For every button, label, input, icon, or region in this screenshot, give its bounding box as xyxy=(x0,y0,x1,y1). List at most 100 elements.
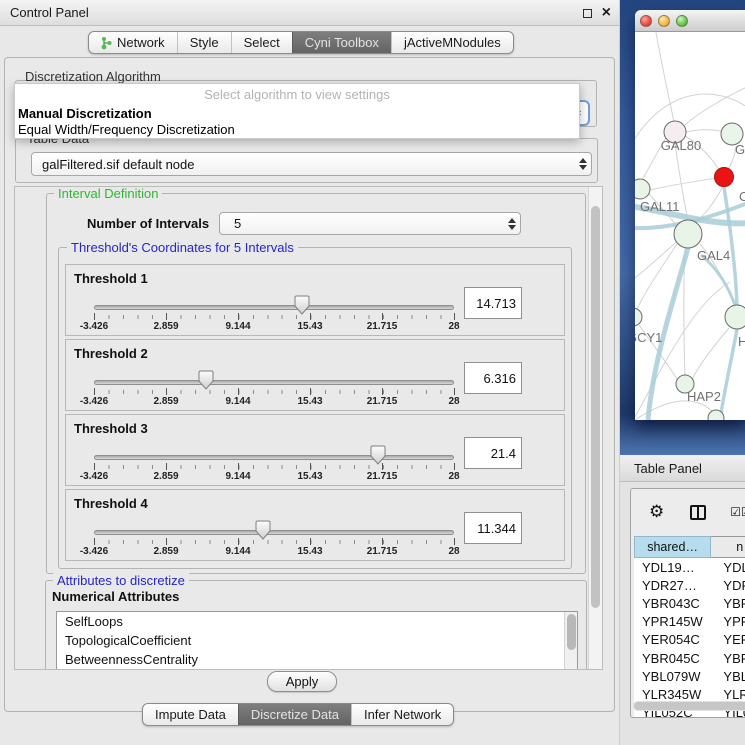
threshold-slider-thumb[interactable] xyxy=(198,370,214,390)
table-row[interactable]: YBL079WYBL0 xyxy=(634,667,745,685)
threshold-slider-track[interactable] xyxy=(94,380,454,385)
float-window-icon[interactable] xyxy=(583,9,592,18)
control-panel: Control Panel × NetworkStyleSelectCyni T… xyxy=(0,0,620,745)
tab-label: jActiveMNodules xyxy=(404,35,501,50)
settings-scroll-area: Interval Definition Number of Intervals … xyxy=(14,186,603,670)
slider-tick-label: 15.43 xyxy=(280,546,340,557)
slider-tick-label: 9.144 xyxy=(208,471,268,482)
column-header[interactable]: n xyxy=(711,536,745,558)
network-node[interactable] xyxy=(715,168,734,187)
columns-icon[interactable] xyxy=(690,505,706,520)
algorithm-option[interactable]: Manual Discretization xyxy=(17,106,577,122)
tab-cyni-toolbox[interactable]: Cyni Toolbox xyxy=(292,32,391,53)
network-node[interactable] xyxy=(635,308,642,326)
table-toolbar: ⚙ ☑ ☑ xyxy=(631,489,745,535)
table-panel-body: ⚙ ☑ ☑ shared…nYDL19…YDL1YDR27…YDR2YBR043… xyxy=(620,482,745,745)
threshold-slider-track[interactable] xyxy=(94,305,454,310)
network-window-titlebar[interactable] xyxy=(635,10,745,32)
tab-style[interactable]: Style xyxy=(177,32,231,53)
threshold-box: Threshold 2 -3.4262.8599.14415.4321.7152… xyxy=(65,339,565,411)
slider-major-tick xyxy=(382,388,383,395)
tab-impute-data[interactable]: Impute Data xyxy=(143,704,238,725)
attribute-list-item[interactable]: SelfLoops xyxy=(57,612,577,631)
close-traffic-light[interactable] xyxy=(640,15,652,27)
slider-major-tick xyxy=(94,463,95,470)
slider-major-tick xyxy=(94,388,95,395)
table-cell: YBR0 xyxy=(711,649,745,667)
table-cell: YDR27… xyxy=(634,576,711,594)
table-row[interactable]: YDR27…YDR2 xyxy=(634,576,745,594)
tab-discretize-data[interactable]: Discretize Data xyxy=(238,704,351,725)
network-graph: GAL80GCGAL11GAL4GCY1HHAP2 xyxy=(635,32,745,420)
zoom-traffic-light[interactable] xyxy=(676,15,688,27)
slider-major-tick xyxy=(238,538,239,545)
network-node[interactable] xyxy=(635,179,650,199)
minimize-traffic-light[interactable] xyxy=(658,15,670,27)
tab-infer-network[interactable]: Infer Network xyxy=(351,704,453,725)
listbox-scrollbar[interactable] xyxy=(564,612,577,670)
table-horizontal-scrollbar[interactable] xyxy=(633,701,745,711)
tab-select[interactable]: Select xyxy=(231,32,292,53)
number-of-intervals-combobox[interactable]: 5 xyxy=(219,212,521,235)
threshold-slider-thumb[interactable] xyxy=(294,295,310,315)
checkbox-icon[interactable]: ☑ xyxy=(730,505,741,519)
threshold-value-field[interactable] xyxy=(464,512,522,544)
threshold-label: Threshold 4 xyxy=(74,496,148,511)
slider-tick-label: 9.144 xyxy=(208,321,268,332)
slider-minor-ticks xyxy=(94,540,455,544)
network-edge xyxy=(686,130,725,133)
table-data-combobox[interactable]: galFiltered.sif default node xyxy=(31,152,592,176)
apply-button[interactable]: Apply xyxy=(267,671,337,692)
table-cell: YDL1 xyxy=(711,558,745,576)
algorithm-option[interactable]: Equal Width/Frequency Discretization xyxy=(17,122,577,138)
threshold-value-field[interactable] xyxy=(464,362,522,394)
slider-major-tick xyxy=(166,463,167,470)
tab-jactivemnodules[interactable]: jActiveMNodules xyxy=(391,32,513,53)
slider-tick-label: 21.715 xyxy=(352,471,412,482)
table-row[interactable]: YER054CYER0 xyxy=(634,631,745,649)
threshold-slider-track[interactable] xyxy=(94,530,454,535)
threshold-slider-thumb[interactable] xyxy=(255,520,271,540)
threshold-value-field[interactable] xyxy=(464,287,522,319)
settings-scrollbar[interactable] xyxy=(588,187,602,669)
table-row[interactable]: YPR145WYPR1 xyxy=(634,613,745,631)
threshold-slider-thumb[interactable] xyxy=(370,445,386,465)
table-row[interactable]: YBR045CYBR0 xyxy=(634,649,745,667)
network-icon xyxy=(101,36,112,50)
network-node[interactable] xyxy=(674,220,702,248)
popup-placeholder: Select algorithm to view settings xyxy=(17,86,577,106)
network-canvas[interactable]: GAL80GCGAL11GAL4GCY1HHAP2 xyxy=(635,32,745,420)
threshold-value-field[interactable] xyxy=(464,437,522,469)
attribute-list-item[interactable]: BetweennessCentrality xyxy=(57,650,577,669)
number-of-intervals-label: Number of Intervals xyxy=(87,216,209,231)
network-node-label: GAL80 xyxy=(661,138,701,153)
checkbox-icon[interactable]: ☑ xyxy=(741,505,745,519)
slider-major-tick xyxy=(310,538,311,545)
stepper-icon xyxy=(575,153,591,175)
tab-network[interactable]: Network xyxy=(89,32,177,53)
gear-icon[interactable]: ⚙ xyxy=(649,502,664,522)
threshold-box: Threshold 3 -3.4262.8599.14415.4321.7152… xyxy=(65,414,565,486)
numerical-attributes-listbox[interactable]: SelfLoopsTopologicalCoefficientBetweenne… xyxy=(56,611,578,670)
tab-content-frame: Discretization Algorithm Select algorith… xyxy=(4,57,615,712)
scrollbar-thumb[interactable] xyxy=(567,614,576,650)
numerical-attributes-title: Numerical Attributes xyxy=(52,589,179,604)
node-attribute-table: shared…nYDL19…YDL1YDR27…YDR2YBR043CYBR0Y… xyxy=(634,536,745,718)
close-icon[interactable]: × xyxy=(602,5,611,21)
scrollbar-thumb[interactable] xyxy=(634,702,745,710)
network-node-label: G xyxy=(735,142,745,157)
table-cell: YBL079W xyxy=(634,667,711,685)
slider-tick-label: 21.715 xyxy=(352,396,412,407)
scrollbar-thumb[interactable] xyxy=(591,206,600,608)
attribute-list-item[interactable]: TopologicalCoefficient xyxy=(57,631,577,650)
table-row[interactable]: YDL19…YDL1 xyxy=(634,558,745,576)
table-row[interactable]: YBR043CYBR0 xyxy=(634,594,745,612)
slider-tick-label: 15.43 xyxy=(280,396,340,407)
network-node[interactable] xyxy=(725,305,745,329)
slider-tick-label: 15.43 xyxy=(280,321,340,332)
slider-major-tick xyxy=(382,538,383,545)
threshold-label: Threshold 2 xyxy=(74,346,148,361)
column-header[interactable]: shared… xyxy=(634,536,711,558)
threshold-slider-track[interactable] xyxy=(94,455,454,460)
slider-major-tick xyxy=(454,463,455,470)
